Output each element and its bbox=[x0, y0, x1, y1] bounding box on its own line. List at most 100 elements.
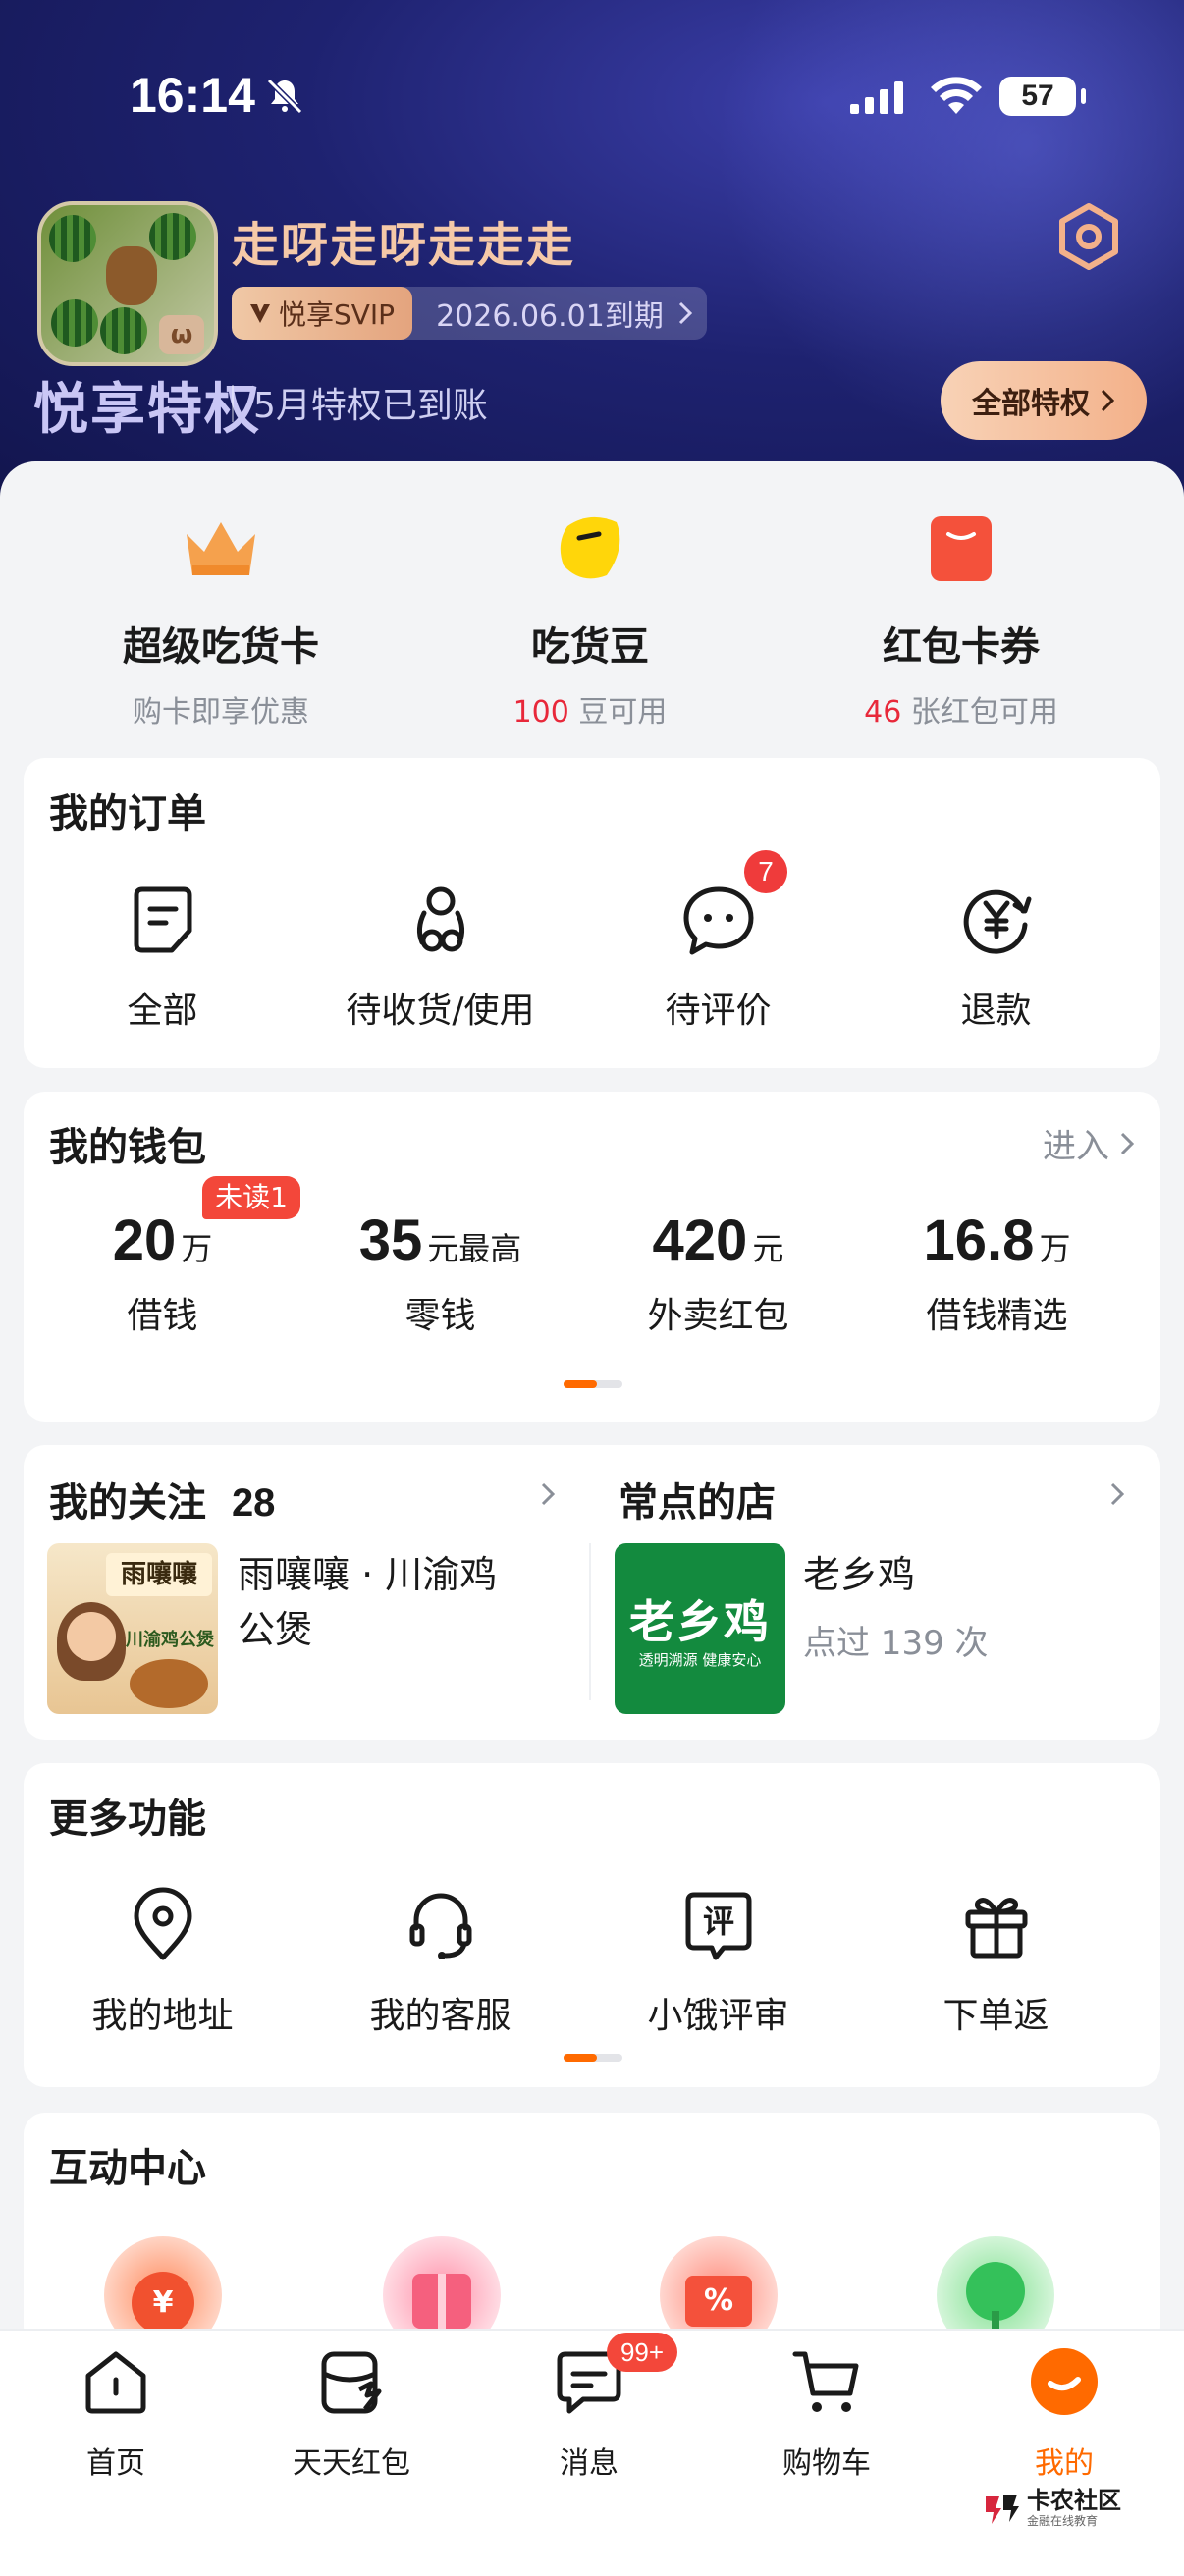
settings-gear-icon[interactable] bbox=[1054, 202, 1123, 271]
link-label: 进入 bbox=[1043, 1127, 1109, 1166]
beans-count: 100 bbox=[512, 695, 569, 729]
bottom-tab-bar: 首页 天天红包 99+ 消息 购物车 我的 bbox=[0, 2329, 1184, 2576]
shop-image-sub: 川渝鸡公煲 bbox=[126, 1630, 214, 1650]
all-privileges-label: 全部特权 bbox=[972, 387, 1090, 421]
foodie-beans[interactable]: 吃货豆 100 豆可用 bbox=[393, 491, 787, 730]
svip-label: 悦享SVIP bbox=[279, 298, 396, 331]
svip-membership[interactable]: 悦享SVIP 2026.06.01到期 bbox=[232, 287, 707, 340]
profile-icon bbox=[1031, 2348, 1098, 2415]
review-icon-text: 评 bbox=[702, 1903, 733, 1940]
frequent-shop-name[interactable]: 老乡鸡 bbox=[803, 1547, 915, 1602]
battery-indicator: 57 bbox=[999, 77, 1086, 116]
username[interactable]: 走呀走呀走走走 bbox=[232, 206, 575, 275]
all-privileges-button[interactable]: 全部特权 bbox=[941, 361, 1147, 440]
wallet-pager bbox=[564, 1380, 622, 1388]
wallet-unit: 元最高 bbox=[427, 1230, 522, 1267]
follow-frequent-card: 我的关注 28 雨嚷嚷 川渝鸡公煲 雨嚷嚷 · 川渝鸡公煲 常点的店 老乡鸡 透… bbox=[24, 1445, 1160, 1740]
watermark-text: 卡农社区 bbox=[1027, 2486, 1121, 2514]
tab-cart[interactable]: 购物车 bbox=[728, 2344, 925, 2482]
chevron-right-icon bbox=[1120, 1132, 1135, 1154]
tab-daily-redpacket[interactable]: 天天红包 bbox=[253, 2344, 450, 2482]
chat-bubble-icon bbox=[683, 886, 753, 955]
tab-home[interactable]: 首页 bbox=[18, 2344, 214, 2482]
home-icon bbox=[85, 2351, 146, 2414]
xiaoe-review[interactable]: 评 小饿评审 bbox=[579, 1887, 857, 2038]
order-label: 全部 bbox=[127, 991, 198, 1031]
section-title: 更多功能 bbox=[49, 1797, 206, 1842]
document-icon bbox=[134, 886, 191, 953]
wallet-change[interactable]: 35 元最高 零钱 bbox=[301, 1208, 579, 1338]
mute-bell-icon bbox=[266, 78, 303, 115]
followed-shop-name[interactable]: 雨嚷嚷 · 川渝鸡公煲 bbox=[238, 1547, 532, 1657]
divider bbox=[232, 385, 234, 422]
my-customer-service[interactable]: 我的客服 bbox=[301, 1887, 579, 2038]
order-refund[interactable]: 退款 bbox=[857, 882, 1135, 1033]
follow-count: 28 bbox=[231, 1481, 276, 1525]
function-label: 小饿评审 bbox=[647, 1996, 789, 2036]
watermark-sub: 金融在线教育 bbox=[1027, 2513, 1099, 2528]
coupon-text: 张红包可用 bbox=[910, 695, 1058, 729]
wallet-unit: 元 bbox=[752, 1230, 784, 1267]
wallet-loan-select[interactable]: 16.8 万 借钱精选 bbox=[858, 1208, 1136, 1338]
wallet-loan[interactable]: 未读1 20 万 借钱 bbox=[24, 1176, 301, 1338]
my-follows[interactable]: 我的关注 28 雨嚷嚷 川渝鸡公煲 雨嚷嚷 · 川渝鸡公煲 bbox=[24, 1445, 589, 1740]
logo-text: 老乡鸡 bbox=[629, 1595, 771, 1648]
function-label: 我的地址 bbox=[91, 1996, 234, 2036]
privilege-text: 5月特权已到账 bbox=[253, 386, 488, 426]
super-foodie-card[interactable]: 超级吃货卡 购卡即享优惠 bbox=[24, 491, 418, 730]
feature-title: 超级吃货卡 bbox=[123, 624, 319, 670]
wallet-value: 20 bbox=[112, 1208, 177, 1272]
order-count-text: 点过 139 次 bbox=[803, 1624, 989, 1663]
chevron-right-icon bbox=[1101, 389, 1115, 412]
wallet-takeout-redpacket[interactable]: 420 元 外卖红包 bbox=[579, 1208, 857, 1338]
feature-sub: 购卡即享优惠 bbox=[133, 695, 309, 729]
chevron-right-icon bbox=[1110, 1482, 1125, 1506]
wallet-label: 借钱精选 bbox=[926, 1296, 1068, 1336]
message-count-badge: 99+ bbox=[607, 2333, 677, 2372]
watermark: 卡农社区 金融在线教育 bbox=[982, 2484, 1158, 2533]
followed-shop-image[interactable]: 雨嚷嚷 川渝鸡公煲 bbox=[47, 1543, 218, 1714]
order-pending-review[interactable]: 7 待评价 bbox=[579, 850, 857, 1033]
tab-messages[interactable]: 99+ 消息 bbox=[491, 2333, 687, 2482]
order-all[interactable]: 全部 bbox=[24, 882, 301, 1033]
chevron-right-icon bbox=[678, 301, 692, 325]
wallet-enter-link[interactable]: 进入 bbox=[1043, 1119, 1135, 1167]
tab-label: 首页 bbox=[86, 2446, 145, 2481]
order-cashback[interactable]: 下单返 bbox=[857, 1887, 1135, 2038]
section-title: 我的订单 bbox=[49, 791, 206, 836]
review-count-badge: 7 bbox=[744, 850, 787, 893]
tab-mine[interactable]: 我的 bbox=[966, 2344, 1162, 2482]
wallet-label: 借钱 bbox=[127, 1296, 198, 1336]
more-functions-card: 更多功能 我的地址 我的客服 评 小饿评审 下单返 bbox=[24, 1763, 1160, 2087]
frequent-shop-logo[interactable]: 老乡鸡 透明溯源 健康安心 bbox=[615, 1543, 785, 1714]
section-title: 互动中心 bbox=[49, 2146, 206, 2191]
my-orders-card: 我的订单 全部 待收货/使用 7 待评价 退款 bbox=[24, 758, 1160, 1068]
feature-sub: 46 张红包可用 bbox=[764, 687, 1158, 730]
delivery-scooter-icon bbox=[416, 886, 464, 952]
order-label: 待评价 bbox=[665, 991, 772, 1031]
my-address[interactable]: 我的地址 bbox=[24, 1887, 301, 2038]
feature-sub: 100 豆可用 bbox=[393, 687, 787, 730]
gift-icon bbox=[965, 1898, 1027, 1959]
tab-label: 天天红包 bbox=[293, 2446, 410, 2481]
red-envelope-coupons[interactable]: 红包卡券 46 张红包可用 bbox=[764, 491, 1158, 730]
wallet-value: 35 bbox=[358, 1208, 423, 1272]
function-label: 我的客服 bbox=[369, 1996, 511, 2036]
beans-text: 豆可用 bbox=[578, 695, 668, 729]
section-title: 我的钱包 bbox=[49, 1125, 206, 1170]
tab-label: 购物车 bbox=[782, 2446, 871, 2481]
wallet-unit: 万 bbox=[181, 1230, 213, 1267]
avatar[interactable]: ω bbox=[37, 201, 218, 366]
divider bbox=[589, 1543, 591, 1700]
order-pending-delivery[interactable]: 待收货/使用 bbox=[301, 882, 579, 1033]
functions-pager bbox=[564, 2054, 622, 2062]
headset-icon bbox=[409, 1893, 471, 1959]
frequent-shops[interactable]: 常点的店 老乡鸡 透明溯源 健康安心 老乡鸡 点过 139 次 bbox=[593, 1445, 1160, 1740]
unread-badge: 未读1 bbox=[202, 1176, 300, 1219]
svip-expiry: 2026.06.01到期 bbox=[436, 299, 664, 334]
red-packet-icon bbox=[321, 2351, 382, 2414]
red-envelope-icon bbox=[931, 516, 992, 581]
privilege-title: 悦享特权 bbox=[33, 378, 261, 442]
frequent-title: 常点的店 bbox=[619, 1480, 776, 1526]
order-label: 待收货/使用 bbox=[346, 991, 535, 1031]
